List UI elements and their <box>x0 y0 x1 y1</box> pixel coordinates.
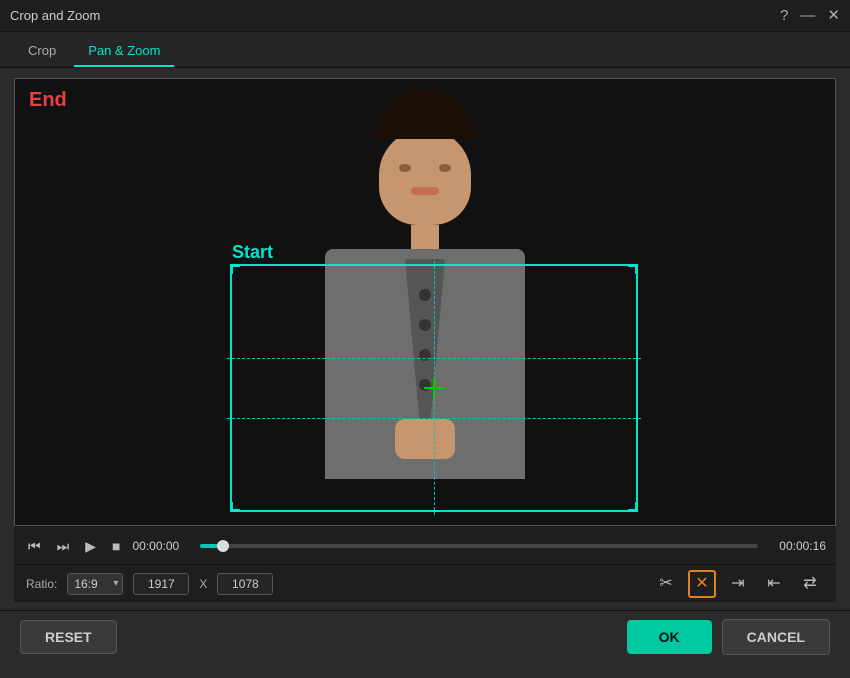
controls-bar: Ratio: 16:9 4:3 1:1 Custom X ✂ ✕ ⇥ ⇤ ⇄ <box>14 564 836 602</box>
ratio-label: Ratio: <box>26 577 57 591</box>
tab-bar: Crop Pan & Zoom <box>0 32 850 68</box>
center-crosshair <box>424 378 444 398</box>
corner-handle-tr[interactable] <box>628 264 638 274</box>
playback-bar: ⏮ ⏭ ▶ ■ 00:00:00 00:00:16 <box>14 526 836 564</box>
arrow-start-button[interactable]: ⇤ <box>760 570 788 598</box>
corner-handle-bl[interactable] <box>230 502 240 512</box>
cancel-button[interactable]: CANCEL <box>722 619 830 655</box>
end-label: End <box>29 89 67 112</box>
control-icons: ✂ ✕ ⇥ ⇤ ⇄ <box>652 570 824 598</box>
corner-handle-tl[interactable] <box>230 264 240 274</box>
ok-button[interactable]: OK <box>627 620 712 654</box>
reset-button[interactable]: RESET <box>20 620 117 654</box>
ratio-select[interactable]: 16:9 4:3 1:1 Custom <box>67 573 123 595</box>
help-button[interactable]: ? <box>780 8 788 23</box>
arrow-end-button[interactable]: ⇥ <box>724 570 752 598</box>
time-current: 00:00:00 <box>132 539 192 553</box>
progress-thumb[interactable] <box>217 540 229 552</box>
play-button[interactable]: ▶ <box>81 537 100 555</box>
ratio-select-wrap[interactable]: 16:9 4:3 1:1 Custom <box>67 573 123 595</box>
tab-crop[interactable]: Crop <box>14 36 70 67</box>
main-content: End Start ⏮ ⏭ ▶ ■ 00:00:00 00:00:16 <box>0 68 850 610</box>
scissors-button[interactable]: ✂ <box>652 570 680 598</box>
expand-button[interactable]: ✕ <box>688 570 716 598</box>
stop-button[interactable]: ■ <box>108 537 124 555</box>
tab-pan-zoom[interactable]: Pan & Zoom <box>74 36 174 67</box>
x-separator: X <box>199 577 207 591</box>
width-input[interactable] <box>133 573 189 595</box>
time-end: 00:00:16 <box>766 539 826 553</box>
crop-box[interactable]: Start <box>230 264 638 512</box>
step-back-button[interactable]: ⏮ <box>24 537 45 555</box>
swap-button[interactable]: ⇄ <box>796 570 824 598</box>
prev-frame-button[interactable]: ⏭ <box>53 537 74 555</box>
height-input[interactable] <box>217 573 273 595</box>
title-bar-controls: ? — ✕ <box>780 8 840 23</box>
start-label: Start <box>232 242 273 263</box>
video-canvas[interactable]: End Start <box>14 78 836 526</box>
title-bar: Crop and Zoom ? — ✕ <box>0 0 850 32</box>
corner-handle-br[interactable] <box>628 502 638 512</box>
close-button[interactable]: ✕ <box>827 8 840 23</box>
minimize-button[interactable]: — <box>800 8 815 23</box>
progress-bar[interactable] <box>200 544 758 548</box>
action-bar: RESET OK CANCEL <box>0 610 850 662</box>
window-title: Crop and Zoom <box>10 8 100 23</box>
